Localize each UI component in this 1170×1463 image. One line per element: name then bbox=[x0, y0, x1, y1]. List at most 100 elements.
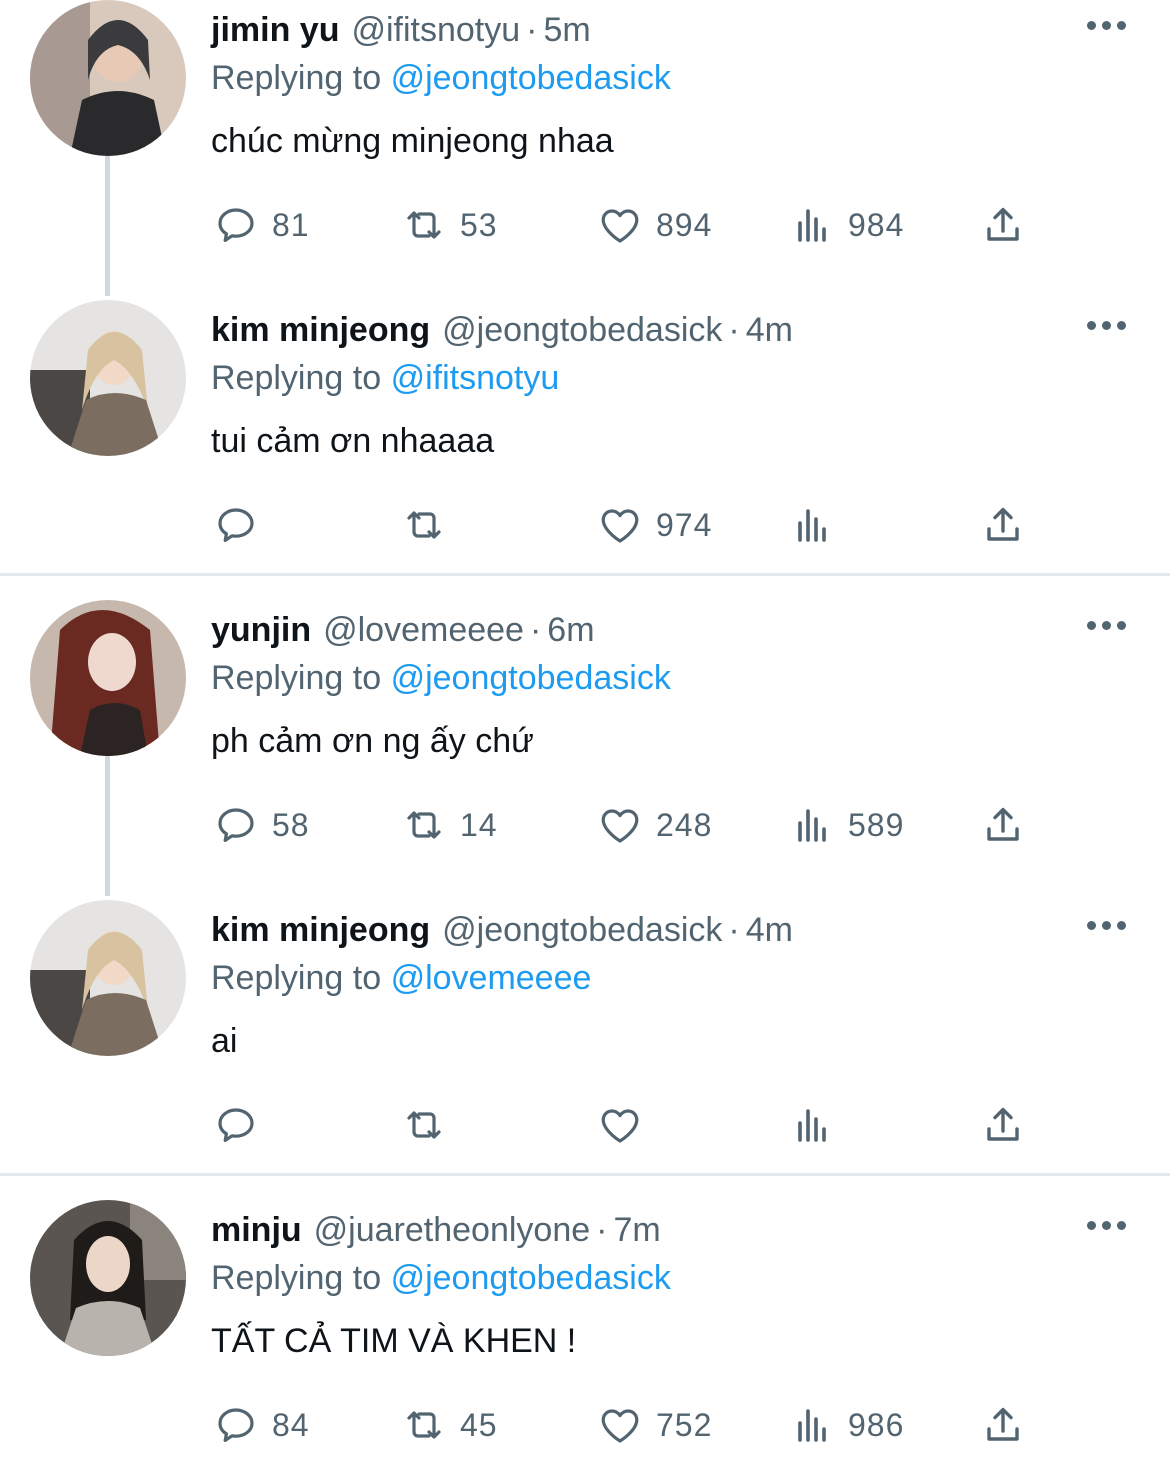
retweet-button[interactable]: 45 bbox=[400, 1400, 498, 1450]
separator: · bbox=[529, 611, 542, 649]
views-icon bbox=[798, 509, 826, 542]
tweet-header: minju @juaretheonlyone · 7m bbox=[211, 1206, 661, 1254]
share-button[interactable] bbox=[979, 800, 1027, 850]
avatar[interactable] bbox=[30, 0, 186, 156]
reply-icon bbox=[218, 1108, 254, 1142]
avatar[interactable] bbox=[30, 300, 186, 456]
replying-to-label: Replying to bbox=[211, 59, 382, 97]
replying-to-label: Replying to bbox=[211, 359, 382, 397]
like-button[interactable]: 752 bbox=[596, 1400, 712, 1450]
tweet-actions: 58 14 248 589 bbox=[0, 800, 1170, 850]
replying-to: Replying to @jeongtobedasick bbox=[211, 656, 671, 700]
tweet-header: yunjin @lovemeeee · 6m bbox=[211, 606, 595, 654]
timestamp[interactable]: 5m bbox=[544, 11, 591, 49]
more-icon[interactable] bbox=[1087, 618, 1127, 634]
views-icon bbox=[798, 1409, 826, 1442]
mention-link[interactable]: @jeongtobedasick bbox=[391, 1259, 671, 1297]
share-icon bbox=[987, 507, 1019, 541]
mention-link[interactable]: @lovemeeee bbox=[391, 959, 592, 997]
heart-icon bbox=[601, 209, 639, 243]
share-button[interactable] bbox=[979, 500, 1027, 550]
share-icon bbox=[987, 1107, 1019, 1141]
user-handle[interactable]: @lovemeeee bbox=[323, 611, 524, 649]
retweet-button[interactable] bbox=[400, 1100, 460, 1150]
display-name[interactable]: minju bbox=[211, 1211, 302, 1249]
mention-link[interactable]: @ifitsnotyu bbox=[391, 359, 560, 397]
retweet-button[interactable]: 53 bbox=[400, 200, 498, 250]
tweet[interactable]: jimin yu @ifitsnotyu · 5m Replying to @jeon… bbox=[0, 0, 1170, 300]
reply-icon bbox=[218, 208, 254, 242]
reply-button[interactable]: 84 bbox=[212, 1400, 310, 1450]
more-icon[interactable] bbox=[1087, 918, 1127, 934]
retweet-count: 53 bbox=[460, 206, 498, 243]
heart-icon bbox=[601, 1109, 639, 1143]
views-icon bbox=[798, 1109, 826, 1142]
user-handle[interactable]: @jeongtobedasick bbox=[442, 911, 722, 949]
more-icon[interactable] bbox=[1087, 1218, 1127, 1234]
reply-count: 81 bbox=[272, 206, 310, 243]
reply-button[interactable] bbox=[212, 1100, 272, 1150]
replying-to: Replying to @jeongtobedasick bbox=[211, 56, 671, 100]
like-button[interactable]: 248 bbox=[596, 800, 712, 850]
divider bbox=[0, 573, 1170, 576]
share-button[interactable] bbox=[979, 1100, 1027, 1150]
avatar[interactable] bbox=[30, 600, 186, 756]
views-button[interactable] bbox=[788, 500, 848, 550]
user-handle[interactable]: @juaretheonlyone bbox=[314, 1211, 590, 1249]
divider bbox=[0, 1173, 1170, 1176]
retweet-count: 45 bbox=[460, 1406, 498, 1443]
reply-button[interactable]: 81 bbox=[212, 200, 310, 250]
views-button[interactable]: 589 bbox=[788, 800, 904, 850]
tweet-text: ai bbox=[211, 1022, 238, 1060]
retweet-button[interactable] bbox=[400, 500, 460, 550]
tweet[interactable]: kim minjeong @jeongtobedasick · 4m Replying… bbox=[0, 300, 1170, 600]
views-button[interactable] bbox=[788, 1100, 848, 1150]
replying-to: Replying to @lovemeeee bbox=[211, 956, 591, 1000]
tweet[interactable]: minju @juaretheonlyone · 7m Replying to @je… bbox=[0, 1200, 1170, 1463]
views-icon bbox=[798, 809, 826, 842]
more-icon[interactable] bbox=[1087, 18, 1127, 34]
replying-to-label: Replying to bbox=[211, 659, 382, 697]
tweet[interactable]: yunjin @lovemeeee · 6m Replying to @jeongto… bbox=[0, 600, 1170, 900]
reply-button[interactable]: 58 bbox=[212, 800, 310, 850]
tweet-text: chúc mừng minjeong nhaa bbox=[211, 122, 614, 160]
user-handle[interactable]: @ifitsnotyu bbox=[351, 11, 520, 49]
display-name[interactable]: kim minjeong bbox=[211, 311, 430, 349]
tweet-text: ph cảm ơn ng ấy chứ bbox=[211, 722, 534, 760]
views-button[interactable]: 984 bbox=[788, 200, 904, 250]
avatar[interactable] bbox=[30, 1200, 186, 1356]
like-button[interactable]: 894 bbox=[596, 200, 712, 250]
timestamp[interactable]: 7m bbox=[613, 1211, 660, 1249]
display-name[interactable]: yunjin bbox=[211, 611, 311, 649]
retweet-icon bbox=[407, 211, 441, 239]
like-count: 248 bbox=[656, 806, 713, 843]
reply-button[interactable] bbox=[212, 500, 272, 550]
tweet-actions bbox=[0, 1100, 1170, 1150]
tweet-header: jimin yu @ifitsnotyu · 5m bbox=[211, 6, 591, 54]
like-button[interactable] bbox=[596, 1100, 656, 1150]
retweet-icon bbox=[407, 511, 441, 539]
timestamp[interactable]: 4m bbox=[746, 311, 793, 349]
mention-link[interactable]: @jeongtobedasick bbox=[391, 59, 671, 97]
heart-icon bbox=[601, 809, 639, 843]
like-button[interactable]: 974 bbox=[596, 500, 712, 550]
separator: · bbox=[728, 911, 740, 949]
reply-icon bbox=[218, 508, 254, 542]
user-handle[interactable]: @jeongtobedasick bbox=[442, 311, 722, 349]
reply-count: 84 bbox=[272, 1406, 310, 1443]
tweet[interactable]: kim minjeong @jeongtobedasick · 4m Replying… bbox=[0, 900, 1170, 1200]
retweet-button[interactable]: 14 bbox=[400, 800, 498, 850]
share-button[interactable] bbox=[979, 200, 1027, 250]
display-name[interactable]: kim minjeong bbox=[211, 911, 430, 949]
heart-icon bbox=[601, 509, 639, 543]
timestamp[interactable]: 4m bbox=[746, 911, 793, 949]
display-name[interactable]: jimin yu bbox=[211, 11, 339, 49]
views-button[interactable]: 986 bbox=[788, 1400, 904, 1450]
more-icon[interactable] bbox=[1087, 318, 1127, 334]
like-count: 752 bbox=[656, 1406, 713, 1443]
avatar[interactable] bbox=[30, 900, 186, 1056]
mention-link[interactable]: @jeongtobedasick bbox=[391, 659, 671, 697]
tweet-actions: 974 bbox=[0, 500, 1170, 550]
timestamp[interactable]: 6m bbox=[547, 611, 594, 649]
share-button[interactable] bbox=[979, 1400, 1027, 1450]
